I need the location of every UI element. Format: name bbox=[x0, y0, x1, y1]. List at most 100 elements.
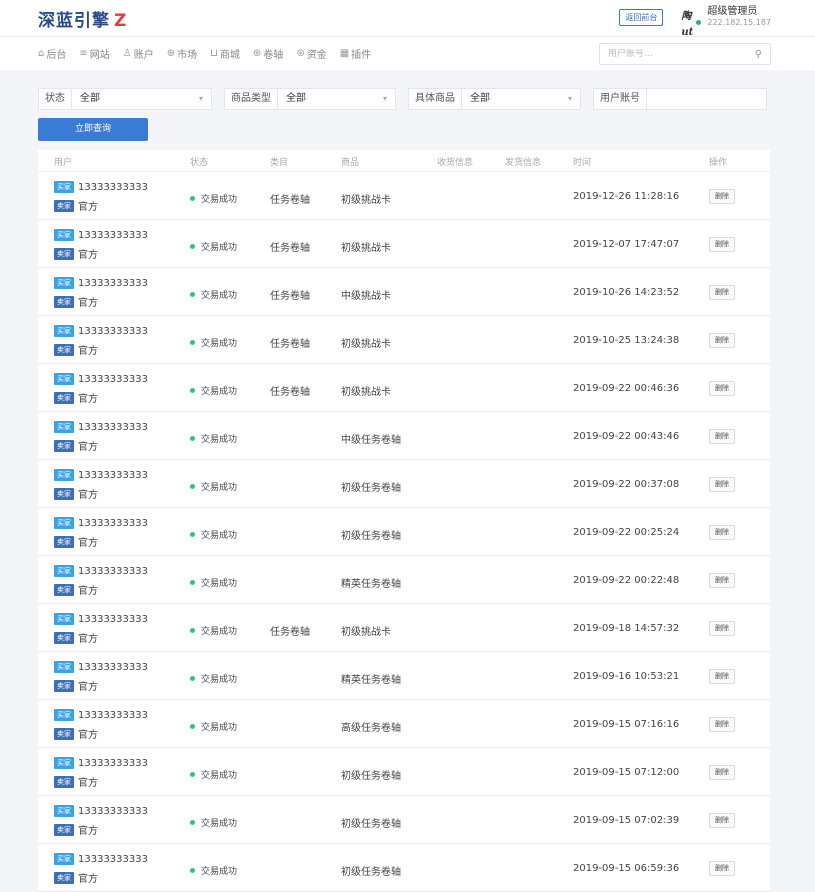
product-cell: 初级任务卷轴 bbox=[341, 819, 401, 830]
delete-button[interactable]: 删除 bbox=[709, 285, 735, 300]
seller-name: 官方 bbox=[78, 634, 98, 645]
buyer-badge: 买家 bbox=[54, 277, 74, 289]
status-cell: 交易成功 bbox=[190, 624, 237, 637]
user-icon: ♙ bbox=[122, 48, 132, 59]
delete-button[interactable]: 删除 bbox=[709, 861, 735, 876]
nav-item-website[interactable]: ≡ 网站 bbox=[79, 46, 109, 61]
col-header-action: 操作 bbox=[709, 158, 728, 168]
delete-button[interactable]: 删除 bbox=[709, 717, 735, 732]
status-filter[interactable]: 状态 全部 ▾ bbox=[38, 88, 212, 110]
account-filter-input[interactable] bbox=[647, 89, 766, 109]
type-filter[interactable]: 商品类型 全部 ▾ bbox=[224, 88, 396, 110]
status-filter-label: 状态 bbox=[39, 89, 72, 109]
seller-name: 官方 bbox=[78, 442, 98, 453]
globe-icon: ⊕ bbox=[166, 48, 176, 59]
logo[interactable]: 深蓝引擎 Z bbox=[38, 6, 127, 31]
query-button[interactable]: 立即查询 bbox=[38, 118, 148, 141]
seller-cell: 卖家 官方 bbox=[54, 726, 98, 741]
nav-item-funds[interactable]: ⊛ 资金 bbox=[296, 46, 326, 61]
nav-item-scroll[interactable]: ⊕ 卷轴 bbox=[253, 46, 283, 61]
header-user-area: 返回前台 陶ut 超级管理员 222.182.15.187 bbox=[619, 6, 771, 38]
seller-badge: 卖家 bbox=[54, 679, 74, 692]
type-filter-value: 全部 bbox=[286, 93, 306, 104]
delete-button[interactable]: 删除 bbox=[709, 621, 735, 636]
delete-button[interactable]: 删除 bbox=[709, 333, 735, 348]
status-text: 交易成功 bbox=[201, 483, 238, 493]
delete-button[interactable]: 删除 bbox=[709, 429, 735, 444]
nav-item-mall[interactable]: ⊔ 商城 bbox=[210, 46, 240, 61]
delete-button[interactable]: 删除 bbox=[709, 525, 735, 540]
product-cell: 中级任务卷轴 bbox=[341, 435, 401, 446]
time-cell: 2019-09-15 07:16:16 bbox=[573, 719, 680, 730]
status-text: 交易成功 bbox=[201, 723, 238, 733]
nav-item-backend[interactable]: ⌂ 后台 bbox=[38, 46, 66, 61]
status-cell: 交易成功 bbox=[190, 384, 237, 397]
item-filter[interactable]: 具体商品 全部 ▾ bbox=[408, 88, 581, 110]
buyer-account: 13333333333 bbox=[78, 661, 148, 673]
seller-name: 官方 bbox=[78, 586, 98, 597]
buyer-badge: 买家 bbox=[54, 325, 74, 337]
success-dot-icon bbox=[190, 580, 195, 585]
nav-label: 插件 bbox=[351, 50, 372, 61]
status-text: 交易成功 bbox=[201, 195, 238, 205]
delete-button[interactable]: 删除 bbox=[709, 237, 735, 252]
success-dot-icon bbox=[190, 868, 195, 873]
status-cell: 交易成功 bbox=[190, 576, 237, 589]
type-filter-label: 商品类型 bbox=[225, 89, 277, 109]
status-cell: 交易成功 bbox=[190, 240, 237, 253]
nav-item-account[interactable]: ♙ 账户 bbox=[123, 46, 154, 61]
item-filter-select[interactable]: 全部 ▾ bbox=[462, 89, 580, 109]
category-cell: 任务卷轴 bbox=[270, 387, 310, 398]
delete-button[interactable]: 删除 bbox=[709, 765, 735, 780]
seller-badge: 卖家 bbox=[54, 631, 74, 644]
online-status-dot bbox=[696, 20, 702, 25]
delete-button[interactable]: 删除 bbox=[709, 669, 735, 684]
status-cell: 交易成功 bbox=[190, 528, 237, 541]
buyer-cell: 买家 13333333333 bbox=[54, 565, 148, 577]
user-info: 超级管理员 222.182.15.187 bbox=[707, 6, 771, 28]
buyer-account: 13333333333 bbox=[78, 757, 148, 769]
avatar[interactable]: 陶ut bbox=[681, 9, 702, 38]
table-row: 买家 13333333333 卖家 官方 交易成功 初级任务卷轴 2019-09… bbox=[38, 844, 770, 892]
buyer-cell: 买家 13333333333 bbox=[54, 181, 148, 193]
status-cell: 交易成功 bbox=[190, 336, 237, 349]
product-cell: 初级任务卷轴 bbox=[341, 771, 401, 782]
search-icon[interactable]: ⚲ bbox=[755, 49, 762, 60]
buyer-cell: 买家 13333333333 bbox=[54, 325, 148, 337]
nav-label: 市场 bbox=[177, 50, 198, 61]
seller-cell: 卖家 官方 bbox=[54, 582, 98, 597]
table-row: 买家 13333333333 卖家 官方 交易成功 中级任务卷轴 2019-09… bbox=[38, 412, 770, 460]
product-cell: 中级挑战卡 bbox=[341, 291, 391, 302]
time-cell: 2019-09-22 00:37:08 bbox=[573, 479, 680, 490]
buyer-account: 13333333333 bbox=[78, 517, 148, 529]
nav-label: 账户 bbox=[133, 50, 154, 61]
nav-item-market[interactable]: ⊕ 市场 bbox=[167, 46, 197, 61]
col-header-time: 时间 bbox=[573, 158, 592, 168]
delete-button[interactable]: 删除 bbox=[709, 381, 735, 396]
buyer-badge: 买家 bbox=[54, 757, 74, 769]
buyer-badge: 买家 bbox=[54, 469, 74, 481]
status-text: 交易成功 bbox=[201, 675, 238, 685]
delete-button[interactable]: 删除 bbox=[709, 573, 735, 588]
seller-badge: 卖家 bbox=[54, 343, 74, 356]
account-filter: 用户账号 bbox=[593, 88, 767, 110]
nav-label: 商城 bbox=[219, 50, 240, 61]
nav-item-plugins[interactable]: ▦ 插件 bbox=[340, 46, 371, 61]
back-to-frontend-button[interactable]: 返回前台 bbox=[619, 8, 664, 26]
delete-button[interactable]: 删除 bbox=[709, 189, 735, 204]
status-text: 交易成功 bbox=[201, 531, 238, 541]
time-cell: 2019-09-22 00:46:36 bbox=[573, 383, 680, 394]
type-filter-select[interactable]: 全部 ▾ bbox=[277, 89, 395, 109]
status-text: 交易成功 bbox=[201, 291, 238, 301]
account-search-input[interactable] bbox=[608, 49, 755, 59]
chevron-down-icon: ▾ bbox=[198, 94, 203, 103]
delete-button[interactable]: 删除 bbox=[709, 477, 735, 492]
status-filter-select[interactable]: 全部 ▾ bbox=[72, 89, 211, 109]
status-cell: 交易成功 bbox=[190, 288, 237, 301]
logo-text: 深蓝引擎 bbox=[38, 10, 110, 31]
table-row: 买家 13333333333 卖家 官方 交易成功 任务卷轴 初级挑战卡 201… bbox=[38, 316, 770, 364]
col-header-product: 商品 bbox=[341, 158, 360, 168]
nav-label: 资金 bbox=[306, 50, 327, 61]
buyer-badge: 买家 bbox=[54, 805, 74, 817]
delete-button[interactable]: 删除 bbox=[709, 813, 735, 828]
